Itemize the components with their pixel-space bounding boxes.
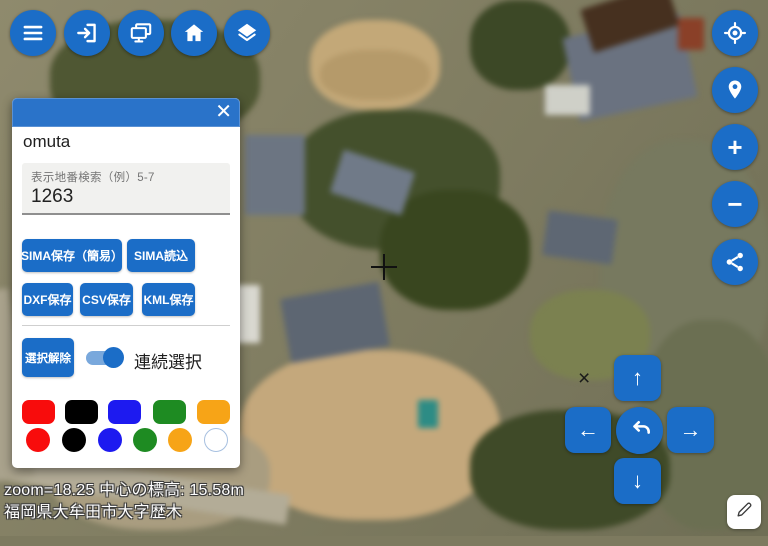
displays-icon xyxy=(128,20,154,46)
crosshair-line xyxy=(383,254,385,280)
map-building-roof xyxy=(545,85,590,115)
clear-selection-button[interactable]: 選択解除 xyxy=(22,338,74,377)
dxf-save-button[interactable]: DXF保存 xyxy=(22,283,73,316)
pan-up-button[interactable]: ↑ xyxy=(614,355,661,401)
place-pin-icon xyxy=(722,77,748,103)
color-swatch-circle-black[interactable] xyxy=(62,428,86,452)
color-swatch-circle-green[interactable] xyxy=(133,428,157,452)
gps-locate-button[interactable] xyxy=(712,10,758,56)
parcel-tool-panel: ✕ omuta 表示地番検索（例）5-7 SIMA保存（簡易） SIMA読込 D… xyxy=(12,98,240,468)
close-icon[interactable]: ✕ xyxy=(215,101,232,123)
csv-save-button[interactable]: CSV保存 xyxy=(80,283,133,316)
color-swatch-circle-orange[interactable] xyxy=(168,428,192,452)
color-swatch-circle-red[interactable] xyxy=(26,428,50,452)
parcel-search-input[interactable] xyxy=(31,185,221,208)
color-swatch-rect-blue[interactable] xyxy=(108,400,141,424)
color-swatch-circle-blue[interactable] xyxy=(98,428,122,452)
parcel-search-field[interactable]: 表示地番検索（例）5-7 xyxy=(22,163,230,215)
toggle-knob xyxy=(103,347,124,368)
color-swatch-rect-green[interactable] xyxy=(153,400,186,424)
menu-icon xyxy=(20,20,46,46)
color-swatch-circle-white[interactable] xyxy=(204,428,228,452)
status-address: 福岡県大牟田市大字歴木 xyxy=(4,504,183,521)
kml-save-button[interactable]: KML保存 xyxy=(142,283,195,316)
layers-button[interactable] xyxy=(224,10,270,56)
panel-title: omuta xyxy=(23,132,71,151)
pan-left-button[interactable]: ← xyxy=(565,407,611,453)
sima-load-button[interactable]: SIMA読込 xyxy=(127,239,195,272)
map-crosshair-icon xyxy=(371,254,397,280)
zoom-out-button[interactable]: − xyxy=(712,181,758,227)
zoom-in-icon: + xyxy=(727,132,743,162)
home-icon xyxy=(181,20,207,46)
color-swatch-rect-black[interactable] xyxy=(65,400,98,424)
map-feature xyxy=(470,0,570,90)
sima-save-simple-button[interactable]: SIMA保存（簡易） xyxy=(21,239,123,272)
edit-button[interactable] xyxy=(727,495,761,529)
map-feature xyxy=(320,50,430,100)
map-building-roof xyxy=(678,18,704,50)
arrow-right-icon: → xyxy=(679,417,702,442)
layers-icon xyxy=(234,20,260,46)
panel-divider xyxy=(22,325,230,326)
undo-button[interactable] xyxy=(616,407,663,454)
pan-right-button[interactable]: → xyxy=(667,407,714,453)
undo-icon xyxy=(627,415,653,447)
search-field-label: 表示地番検索（例）5-7 xyxy=(31,172,155,184)
color-swatch-rect-red[interactable] xyxy=(22,400,55,424)
continuous-select-label: 連続選択 xyxy=(134,353,202,372)
share-button[interactable] xyxy=(712,239,758,285)
home-button[interactable] xyxy=(171,10,217,56)
login-icon xyxy=(74,20,100,46)
arrow-left-icon: ← xyxy=(577,417,599,442)
arrow-down-icon: ↓ xyxy=(632,468,643,493)
map-feature xyxy=(418,400,438,428)
panel-header: ✕ xyxy=(12,98,240,127)
map-x-marker: × xyxy=(578,367,591,390)
map-building-roof xyxy=(245,135,305,215)
color-swatch-rect-orange[interactable] xyxy=(197,400,230,424)
arrow-up-icon: ↑ xyxy=(632,365,643,390)
map-building-roof xyxy=(542,210,618,265)
zoom-in-button[interactable]: + xyxy=(712,124,758,170)
displays-button[interactable] xyxy=(118,10,164,56)
pan-down-button[interactable]: ↓ xyxy=(614,458,661,504)
menu-button[interactable] xyxy=(10,10,56,56)
place-pin-button[interactable] xyxy=(712,67,758,113)
share-icon xyxy=(722,249,748,275)
login-button[interactable] xyxy=(64,10,110,56)
pencil-icon xyxy=(734,500,754,525)
status-zoom-elevation: zoom=18.25 中心の標高: 15.58m xyxy=(4,482,245,499)
app-root: { "panel": { "title": "omuta", "close_gl… xyxy=(0,0,768,536)
gps-locate-icon xyxy=(722,20,748,46)
continuous-select-toggle[interactable] xyxy=(86,346,130,370)
zoom-out-icon: − xyxy=(727,189,743,219)
